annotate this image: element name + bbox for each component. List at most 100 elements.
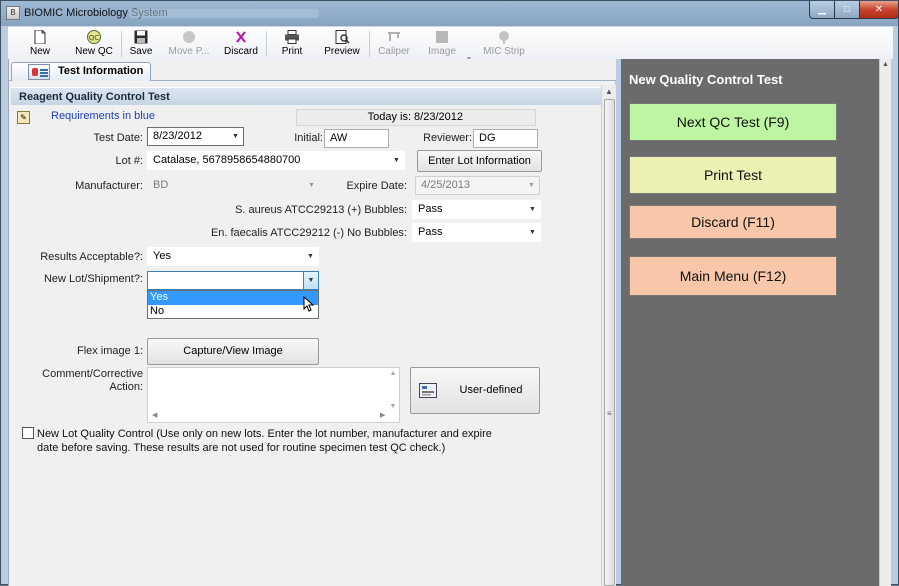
form-vertical-scrollbar[interactable]: ▲ ≡ [601, 85, 616, 586]
mic-strip-button[interactable]: MIC Strip [478, 27, 530, 60]
caliper-button[interactable]: Caliper [374, 27, 414, 60]
en-faecalis-label: En. faecalis ATCC29212 (-) No Bubbles: [210, 227, 407, 239]
printer-icon [285, 30, 299, 44]
new-lot-shipment-label: New Lot/Shipment?: [43, 273, 143, 285]
image-label: Image [428, 46, 456, 57]
results-acceptable-dropdown[interactable]: Yes ▼ [147, 247, 319, 266]
floppy-disk-icon [134, 30, 148, 44]
new-lot-qc-checkbox[interactable] [22, 427, 34, 439]
print-preview-icon [335, 30, 350, 44]
qc-icon: QC [87, 30, 101, 44]
initial-input[interactable]: AW [324, 129, 389, 148]
chevron-down-icon: ▼ [307, 253, 314, 260]
lot-label: Lot #: [115, 155, 143, 167]
chevron-down-icon: ▼ [529, 206, 536, 213]
panel-title: New Quality Control Test [629, 72, 783, 87]
results-acceptable-label: Results Acceptable?: [40, 251, 143, 263]
s-aureus-result-dropdown[interactable]: Pass ▼ [412, 200, 541, 219]
requirements-note: Requirements in blue [51, 110, 155, 122]
comment-label: Comment/Corrective [42, 368, 143, 380]
discard-x-icon [236, 31, 246, 43]
new-lot-qc-description: New Lot Quality Control (Use only on new… [37, 428, 492, 454]
expire-date-value: 4/25/2013 [421, 179, 470, 191]
expire-date-picker[interactable]: 4/25/2013 ▼ [415, 176, 540, 195]
preview-button[interactable]: Preview [320, 27, 364, 60]
chevron-down-icon: ▼ [529, 229, 536, 236]
scrollbar-thumb[interactable]: ≡ [604, 99, 615, 586]
maximize-button[interactable]: □ [834, 1, 860, 19]
chevron-down-icon: ▼ [393, 157, 400, 164]
option-no[interactable]: No [148, 305, 318, 319]
scroll-up-arrow-icon[interactable]: ▲ [882, 61, 889, 68]
minimize-button[interactable]: ▁ [809, 1, 835, 19]
test-date-label: Test Date: [93, 132, 143, 144]
enter-lot-information-button[interactable]: Enter Lot Information [417, 150, 542, 172]
requirements-icon: ✎ [17, 111, 30, 124]
image-button[interactable]: Image [422, 27, 462, 60]
lot-dropdown[interactable]: Catalase, 5678958654880700 ▼ [147, 151, 405, 170]
move-button[interactable]: Move P... [164, 27, 214, 60]
results-acceptable-value: Yes [153, 250, 171, 262]
main-menu-button[interactable]: Main Menu (F12) [629, 256, 837, 296]
user-defined-label: User-defined [459, 384, 523, 396]
new-button[interactable]: New [16, 27, 64, 60]
initial-label: Initial: [294, 132, 323, 144]
save-button[interactable]: Save [125, 27, 157, 60]
image-dropdown-chevron-icon[interactable]: ▼ [464, 27, 474, 63]
mic-strip-icon [499, 31, 509, 44]
chevron-down-icon: ▼ [308, 182, 315, 189]
new-label: New [29, 46, 50, 57]
chevron-down-icon: ▼ [303, 272, 318, 289]
capture-view-image-button[interactable]: Capture/View Image [147, 338, 319, 365]
reviewer-label: Reviewer: [423, 132, 472, 144]
svg-text:QC: QC [89, 34, 100, 42]
new-qc-label: New QC [75, 46, 113, 57]
en-faecalis-result-dropdown[interactable]: Pass ▼ [412, 223, 541, 242]
tab-test-information[interactable]: Test Information [11, 62, 151, 81]
s-aureus-result-value: Pass [418, 203, 443, 215]
toolbar-separator [121, 31, 122, 57]
comment-horizontal-scrollbar[interactable]: ◀ ▶ [148, 408, 385, 422]
new-document-icon [34, 30, 46, 44]
print-test-button[interactable]: Print Test [629, 156, 837, 194]
mic-strip-label: MIC Strip [483, 46, 525, 57]
panel-vertical-scrollbar[interactable]: ▲ [879, 59, 891, 586]
manufacturer-value: BD [153, 179, 169, 191]
today-date: Today is: 8/23/2012 [296, 109, 536, 126]
app-icon: B [6, 6, 20, 20]
toolbar-separator [266, 31, 267, 57]
comment-textarea[interactable]: ◀ ▶ ▲ ▼ [147, 367, 400, 423]
discard-button[interactable]: Discard [221, 27, 261, 60]
test-date-value: 8/23/2012 [153, 130, 202, 142]
new-qc-button[interactable]: QC New QC [68, 27, 120, 60]
discard-label: Discard [224, 46, 258, 57]
toolbar-separator [369, 31, 370, 57]
en-faecalis-result-value: Pass [418, 226, 443, 238]
test-form-pane: Test Information Reagent Quality Control… [8, 59, 616, 586]
flex-image-label: Flex image 1: [76, 345, 143, 357]
lot-value: Catalase, 5678958654880700 [153, 154, 301, 166]
scroll-up-arrow-icon[interactable]: ▲ [602, 85, 616, 99]
comment-vertical-scrollbar[interactable]: ▲ ▼ [386, 368, 400, 422]
chevron-down-icon: ▼ [528, 182, 535, 189]
form-icon [419, 383, 437, 398]
title-bar: B BIOMIC Microbiology System ▁ □ ✕ [1, 1, 899, 26]
tab-strip: Test Information [9, 59, 616, 81]
chevron-down-icon: ▼ [232, 133, 239, 140]
new-lot-shipment-dropdown[interactable]: ▼ [147, 271, 319, 290]
option-yes[interactable]: Yes [148, 291, 318, 305]
section-header: Reagent Quality Control Test [11, 87, 601, 105]
close-button[interactable]: ✕ [859, 1, 899, 19]
expire-date-label: Expire Date: [346, 180, 407, 192]
test-date-picker[interactable]: 8/23/2012 ▼ [147, 127, 244, 146]
app-window: B BIOMIC Microbiology System ▁ □ ✕ New Q… [0, 0, 899, 586]
user-defined-button[interactable]: User-defined [410, 367, 540, 414]
reviewer-input[interactable]: DG [473, 129, 538, 148]
print-button[interactable]: Print [273, 27, 311, 60]
manufacturer-dropdown[interactable]: BD ▼ [147, 176, 320, 195]
move-label: Move P... [168, 46, 210, 57]
discard-test-button[interactable]: Discard (F11) [629, 205, 837, 239]
caliper-label: Caliper [378, 46, 410, 57]
next-qc-test-button[interactable]: Next QC Test (F9) [629, 103, 837, 141]
toolbar: New QC New QC Save Move P... Discard Pri… [8, 26, 893, 63]
